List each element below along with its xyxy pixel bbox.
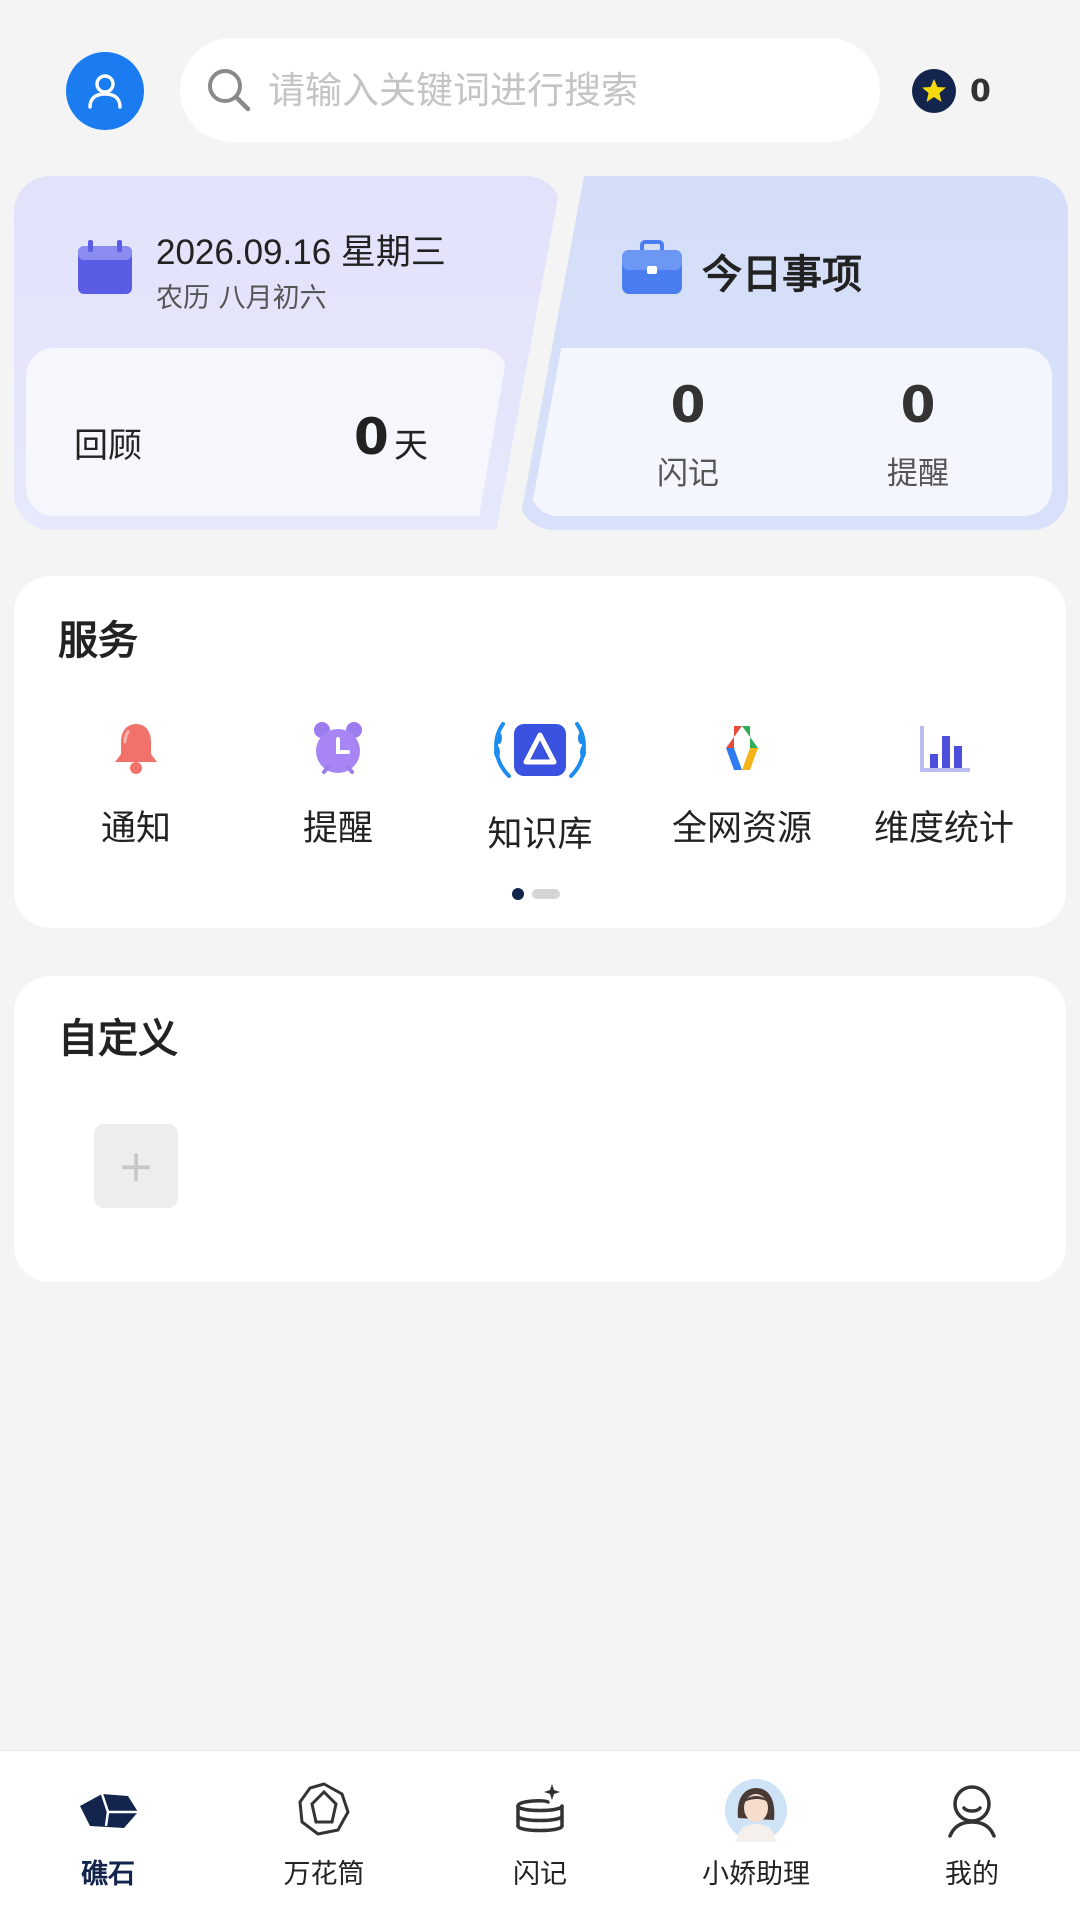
nav-item-assistant[interactable]: 小娇助理 bbox=[676, 1778, 836, 1891]
service-label: 提醒 bbox=[302, 809, 373, 849]
nav-item-kaleidoscope[interactable]: 万花筒 bbox=[244, 1778, 404, 1891]
reminder-label: 提醒 bbox=[887, 456, 949, 492]
service-title: 服务 bbox=[58, 618, 138, 664]
current-date: 2026.09.16 星期三 bbox=[156, 233, 446, 272]
calendar-icon bbox=[78, 240, 132, 294]
add-custom-button[interactable]: + bbox=[94, 1124, 178, 1208]
user-avatar-button[interactable] bbox=[66, 52, 144, 130]
page-indicator bbox=[512, 888, 560, 900]
assistant-avatar-icon bbox=[725, 1779, 787, 1842]
review-label: 回顾 bbox=[74, 426, 142, 466]
nav-label: 礁石 bbox=[81, 1859, 135, 1890]
review-days-value: 0 bbox=[354, 408, 389, 466]
points-indicator[interactable]: 0 bbox=[912, 68, 991, 114]
kaleidoscope-icon bbox=[298, 1782, 350, 1836]
nav-label: 小娇助理 bbox=[702, 1859, 810, 1890]
web-resources-icon bbox=[726, 726, 758, 770]
flash-note-label: 闪记 bbox=[657, 456, 719, 492]
flash-note-stat[interactable]: 0 闪记 bbox=[618, 380, 758, 493]
nav-item-profile[interactable]: 我的 bbox=[892, 1778, 1052, 1891]
lunar-date: 农历 八月初六 bbox=[156, 283, 327, 314]
service-label: 维度统计 bbox=[873, 809, 1014, 849]
reminder-count: 0 bbox=[900, 376, 936, 434]
service-knowledge-base[interactable]: 知识库 bbox=[450, 718, 630, 857]
review-days-unit: 天 bbox=[394, 426, 428, 466]
page-dot bbox=[532, 889, 560, 899]
search-icon bbox=[208, 69, 251, 112]
rock-icon bbox=[80, 1793, 138, 1828]
nav-label: 我的 bbox=[945, 1859, 999, 1890]
nav-item-flash-note[interactable]: 闪记 bbox=[460, 1778, 620, 1891]
home-screen: 0 2026.09.16 星期三 农历 八月初六 回顾 0 天 今日事项 0 闪… bbox=[0, 0, 1080, 1920]
bell-icon bbox=[115, 724, 157, 774]
today-title: 今日事项 bbox=[702, 252, 862, 298]
alarm-clock-icon bbox=[314, 722, 362, 774]
service-web-resources[interactable]: 全网资源 bbox=[652, 718, 832, 851]
service-label: 全网资源 bbox=[671, 809, 812, 849]
nav-label: 万花筒 bbox=[283, 1859, 365, 1890]
page-dot-active bbox=[512, 888, 524, 900]
reminder-stat[interactable]: 0 提醒 bbox=[848, 380, 988, 493]
knowledge-base-icon bbox=[494, 722, 586, 778]
service-statistics[interactable]: 维度统计 bbox=[854, 718, 1034, 851]
service-notification[interactable]: 通知 bbox=[46, 718, 226, 851]
plus-icon: + bbox=[117, 1140, 155, 1192]
nav-label: 闪记 bbox=[513, 1859, 567, 1890]
service-label: 通知 bbox=[100, 809, 171, 849]
bar-chart-icon bbox=[920, 726, 970, 772]
star-icon bbox=[912, 69, 956, 113]
points-value: 0 bbox=[970, 73, 991, 109]
flash-note-count: 0 bbox=[670, 376, 706, 434]
custom-title: 自定义 bbox=[58, 1016, 178, 1062]
flash-note-icon bbox=[516, 1784, 564, 1833]
service-reminder[interactable]: 提醒 bbox=[248, 718, 428, 851]
search-bar[interactable] bbox=[180, 38, 880, 142]
service-label: 知识库 bbox=[487, 815, 593, 855]
profile-icon bbox=[948, 1785, 996, 1838]
briefcase-icon bbox=[622, 240, 682, 294]
search-input[interactable] bbox=[268, 68, 828, 112]
user-icon bbox=[88, 74, 122, 109]
nav-item-rock[interactable]: 礁石 bbox=[28, 1778, 188, 1891]
